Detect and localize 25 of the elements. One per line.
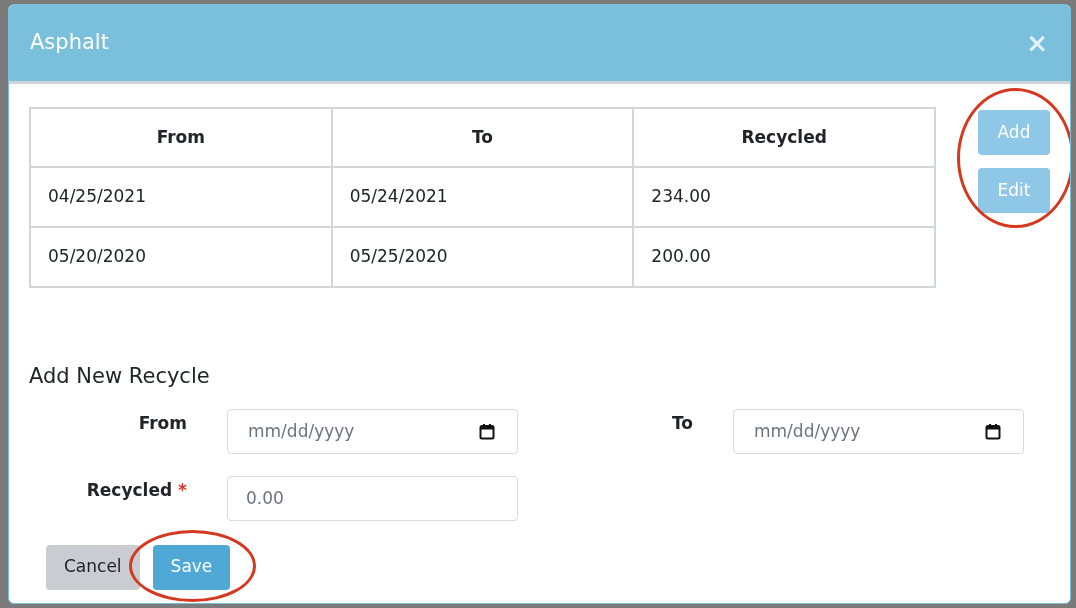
- column-header: To: [331, 108, 634, 167]
- from-label: From: [138, 412, 187, 433]
- required-mark: *: [178, 478, 187, 502]
- table-cell: 234.00: [633, 167, 935, 227]
- column-header: Recycled: [633, 108, 935, 167]
- cancel-button[interactable]: Cancel: [46, 544, 140, 590]
- recycled-label: Recycled: [86, 478, 173, 502]
- table-cell: 200.00: [633, 227, 935, 287]
- table-cell: 04/25/2021: [30, 167, 332, 227]
- section-heading: Add New Recycle: [29, 363, 211, 390]
- edit-button[interactable]: Edit: [978, 168, 1050, 213]
- close-button[interactable]: ×: [1026, 30, 1048, 56]
- to-label: To: [671, 412, 693, 433]
- modal-title: Asphalt: [30, 29, 109, 57]
- column-header: From: [30, 108, 332, 167]
- save-button[interactable]: Save: [152, 544, 231, 590]
- table-cell: 05/25/2020: [331, 227, 634, 287]
- date-field[interactable]: mm/dd/yyyy: [227, 408, 518, 454]
- table-cell: 05/24/2021: [331, 167, 634, 227]
- date-field[interactable]: mm/dd/yyyy: [733, 408, 1024, 454]
- recycled-field[interactable]: 0.00: [227, 475, 518, 521]
- calendar-icon[interactable]: [985, 422, 1001, 440]
- add-button[interactable]: Add: [978, 110, 1050, 155]
- calendar-icon[interactable]: [479, 422, 495, 440]
- table-cell: 05/20/2020: [30, 227, 332, 287]
